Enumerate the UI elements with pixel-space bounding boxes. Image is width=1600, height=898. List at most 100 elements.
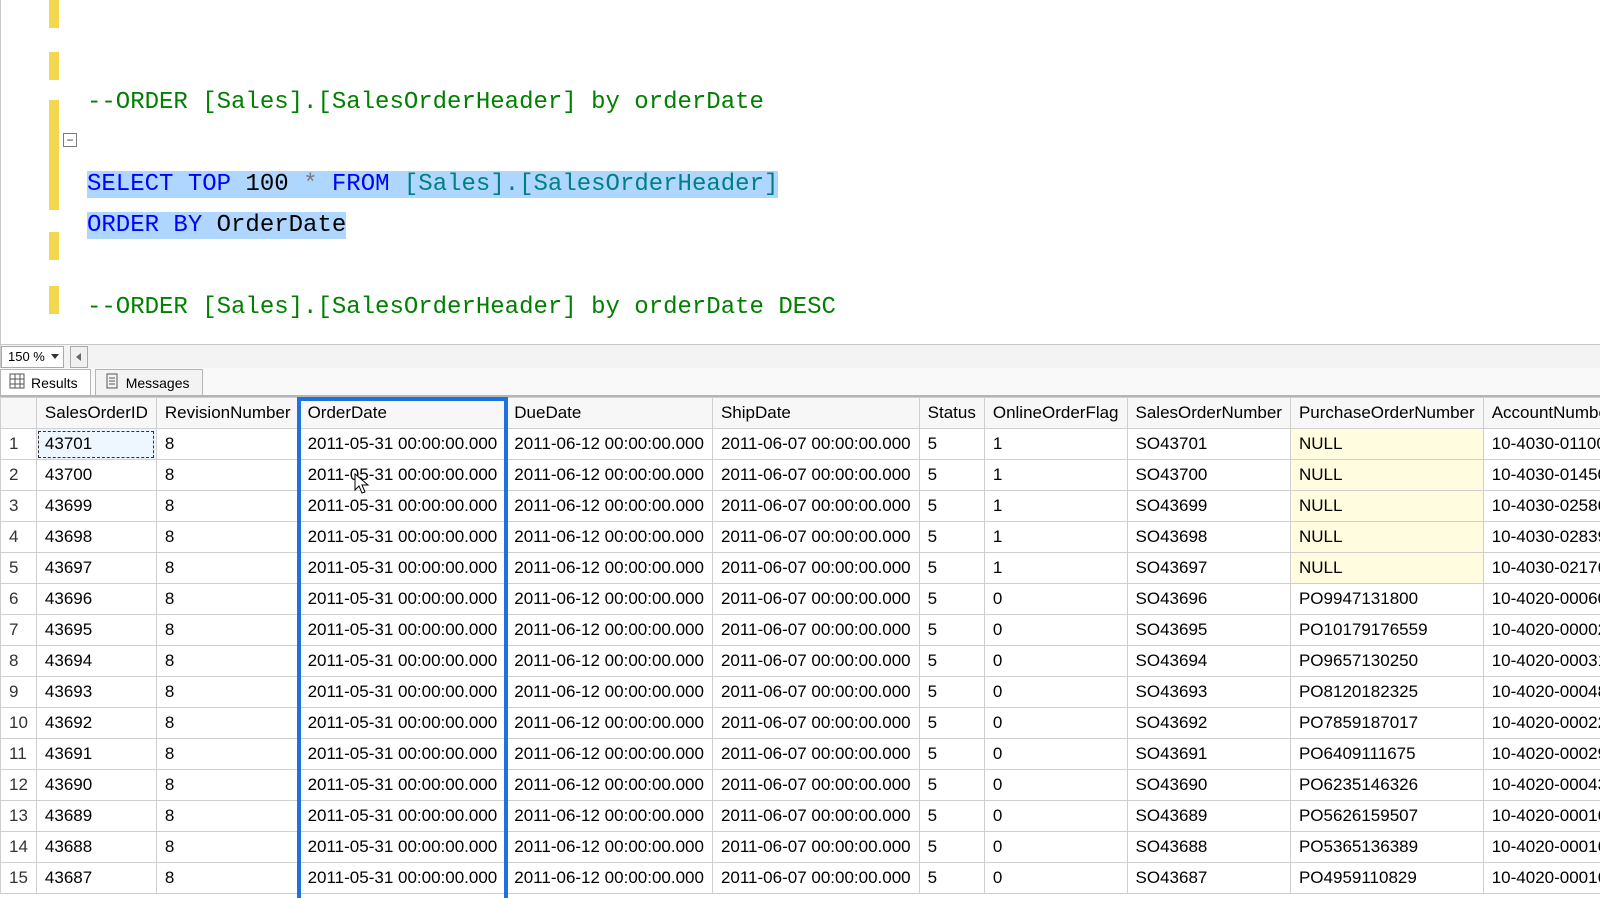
cell[interactable]: 43695 <box>36 615 156 646</box>
cell[interactable]: NULL <box>1290 460 1483 491</box>
cell[interactable]: 2011-05-31 00:00:00.000 <box>299 646 506 677</box>
cell[interactable]: 5 <box>919 584 984 615</box>
cell[interactable]: 8 <box>156 429 299 460</box>
cell[interactable]: PO6235146326 <box>1290 770 1483 801</box>
cell[interactable]: 2011-06-12 00:00:00.000 <box>506 615 713 646</box>
cell[interactable]: 2011-05-31 00:00:00.000 <box>299 553 506 584</box>
cell[interactable]: SO43698 <box>1127 522 1290 553</box>
cell[interactable]: 0 <box>984 739 1127 770</box>
column-header-status[interactable]: Status <box>919 398 984 429</box>
cell[interactable]: 8 <box>156 615 299 646</box>
cell[interactable]: 0 <box>984 801 1127 832</box>
cell[interactable]: 0 <box>984 770 1127 801</box>
cell[interactable]: 10-4020-00016 <box>1483 863 1600 894</box>
cell[interactable]: 2011-06-12 00:00:00.000 <box>506 832 713 863</box>
cell[interactable]: 2011-06-07 00:00:00.000 <box>712 770 919 801</box>
cell[interactable]: 0 <box>984 832 1127 863</box>
cell[interactable]: SO43700 <box>1127 460 1290 491</box>
cell[interactable]: NULL <box>1290 522 1483 553</box>
cell[interactable]: SO43688 <box>1127 832 1290 863</box>
cell[interactable]: PO7859187017 <box>1290 708 1483 739</box>
table-row[interactable]: 114369182011-05-31 00:00:00.0002011-06-1… <box>1 739 1600 770</box>
cell[interactable]: 10-4020-00060 <box>1483 584 1600 615</box>
cell[interactable]: 5 <box>919 460 984 491</box>
row-number[interactable]: 14 <box>1 832 37 863</box>
cell[interactable]: 43700 <box>36 460 156 491</box>
cell[interactable]: SO43701 <box>1127 429 1290 460</box>
cell[interactable]: 2011-06-07 00:00:00.000 <box>712 491 919 522</box>
cell[interactable]: PO5626159507 <box>1290 801 1483 832</box>
cell[interactable]: 2011-05-31 00:00:00.000 <box>299 522 506 553</box>
cell[interactable]: NULL <box>1290 429 1483 460</box>
cell[interactable]: NULL <box>1290 553 1483 584</box>
cell[interactable]: 2011-06-07 00:00:00.000 <box>712 739 919 770</box>
table-row[interactable]: 34369982011-05-31 00:00:00.0002011-06-12… <box>1 491 1600 522</box>
cell[interactable]: 10-4020-00016 <box>1483 832 1600 863</box>
cell[interactable]: 2011-05-31 00:00:00.000 <box>299 739 506 770</box>
row-number[interactable]: 13 <box>1 801 37 832</box>
cell[interactable]: 8 <box>156 491 299 522</box>
cell[interactable]: 2011-06-12 00:00:00.000 <box>506 739 713 770</box>
cell[interactable]: 2011-06-12 00:00:00.000 <box>506 584 713 615</box>
cell[interactable]: 2011-05-31 00:00:00.000 <box>299 863 506 894</box>
cell[interactable]: 2011-06-12 00:00:00.000 <box>506 863 713 894</box>
tab-results[interactable]: Results <box>0 369 91 395</box>
cell[interactable]: 1 <box>984 460 1127 491</box>
cell[interactable]: 2011-06-07 00:00:00.000 <box>712 615 919 646</box>
row-number[interactable]: 10 <box>1 708 37 739</box>
cell[interactable]: 43696 <box>36 584 156 615</box>
cell[interactable]: 8 <box>156 770 299 801</box>
column-header-salesordernumber[interactable]: SalesOrderNumber <box>1127 398 1290 429</box>
cell[interactable]: 10-4030-01450 <box>1483 460 1600 491</box>
cell[interactable]: SO43689 <box>1127 801 1290 832</box>
cell[interactable]: 10-4020-00029 <box>1483 739 1600 770</box>
row-number[interactable]: 12 <box>1 770 37 801</box>
cell[interactable]: 43689 <box>36 801 156 832</box>
cell[interactable]: 8 <box>156 832 299 863</box>
row-number[interactable]: 7 <box>1 615 37 646</box>
cell[interactable]: 0 <box>984 615 1127 646</box>
cell[interactable]: 43694 <box>36 646 156 677</box>
cell[interactable]: 8 <box>156 522 299 553</box>
cell[interactable]: SO43691 <box>1127 739 1290 770</box>
cell[interactable]: 2011-06-07 00:00:00.000 <box>712 553 919 584</box>
cell[interactable]: 43699 <box>36 491 156 522</box>
table-row[interactable]: 14370182011-05-31 00:00:00.0002011-06-12… <box>1 429 1600 460</box>
cell[interactable]: 0 <box>984 646 1127 677</box>
cell[interactable]: 2011-06-12 00:00:00.000 <box>506 460 713 491</box>
table-row[interactable]: 74369582011-05-31 00:00:00.0002011-06-12… <box>1 615 1600 646</box>
cell[interactable]: SO43697 <box>1127 553 1290 584</box>
cell[interactable]: 8 <box>156 553 299 584</box>
column-header-shipdate[interactable]: ShipDate <box>712 398 919 429</box>
row-number[interactable]: 8 <box>1 646 37 677</box>
cell[interactable]: 10-4030-01100 <box>1483 429 1600 460</box>
table-row[interactable]: 24370082011-05-31 00:00:00.0002011-06-12… <box>1 460 1600 491</box>
table-row[interactable]: 54369782011-05-31 00:00:00.0002011-06-12… <box>1 553 1600 584</box>
cell[interactable]: 2011-06-12 00:00:00.000 <box>506 646 713 677</box>
cell[interactable]: 10-4030-02839 <box>1483 522 1600 553</box>
cell[interactable]: 10-4020-00048 <box>1483 677 1600 708</box>
cell[interactable]: 5 <box>919 522 984 553</box>
cell[interactable]: 1 <box>984 429 1127 460</box>
cell[interactable]: 2011-06-07 00:00:00.000 <box>712 584 919 615</box>
row-number[interactable]: 2 <box>1 460 37 491</box>
cell[interactable]: 5 <box>919 770 984 801</box>
cell[interactable]: 2011-05-31 00:00:00.000 <box>299 770 506 801</box>
row-number[interactable]: 6 <box>1 584 37 615</box>
cell[interactable]: 2011-06-12 00:00:00.000 <box>506 770 713 801</box>
table-row[interactable]: 84369482011-05-31 00:00:00.0002011-06-12… <box>1 646 1600 677</box>
cell[interactable]: 10-4020-00022 <box>1483 708 1600 739</box>
cell[interactable]: 2011-06-07 00:00:00.000 <box>712 708 919 739</box>
column-header-purchaseordernumber[interactable]: PurchaseOrderNumber <box>1290 398 1483 429</box>
cell[interactable]: SO43693 <box>1127 677 1290 708</box>
cell[interactable]: 2011-06-12 00:00:00.000 <box>506 677 713 708</box>
table-row[interactable]: 134368982011-05-31 00:00:00.0002011-06-1… <box>1 801 1600 832</box>
cell[interactable]: 0 <box>984 584 1127 615</box>
cell[interactable]: 2011-05-31 00:00:00.000 <box>299 491 506 522</box>
cell[interactable]: 2011-05-31 00:00:00.000 <box>299 801 506 832</box>
cell[interactable]: 2011-06-12 00:00:00.000 <box>506 708 713 739</box>
cell[interactable]: 0 <box>984 708 1127 739</box>
cell[interactable]: 43690 <box>36 770 156 801</box>
cell[interactable]: 43691 <box>36 739 156 770</box>
cell[interactable]: 5 <box>919 646 984 677</box>
